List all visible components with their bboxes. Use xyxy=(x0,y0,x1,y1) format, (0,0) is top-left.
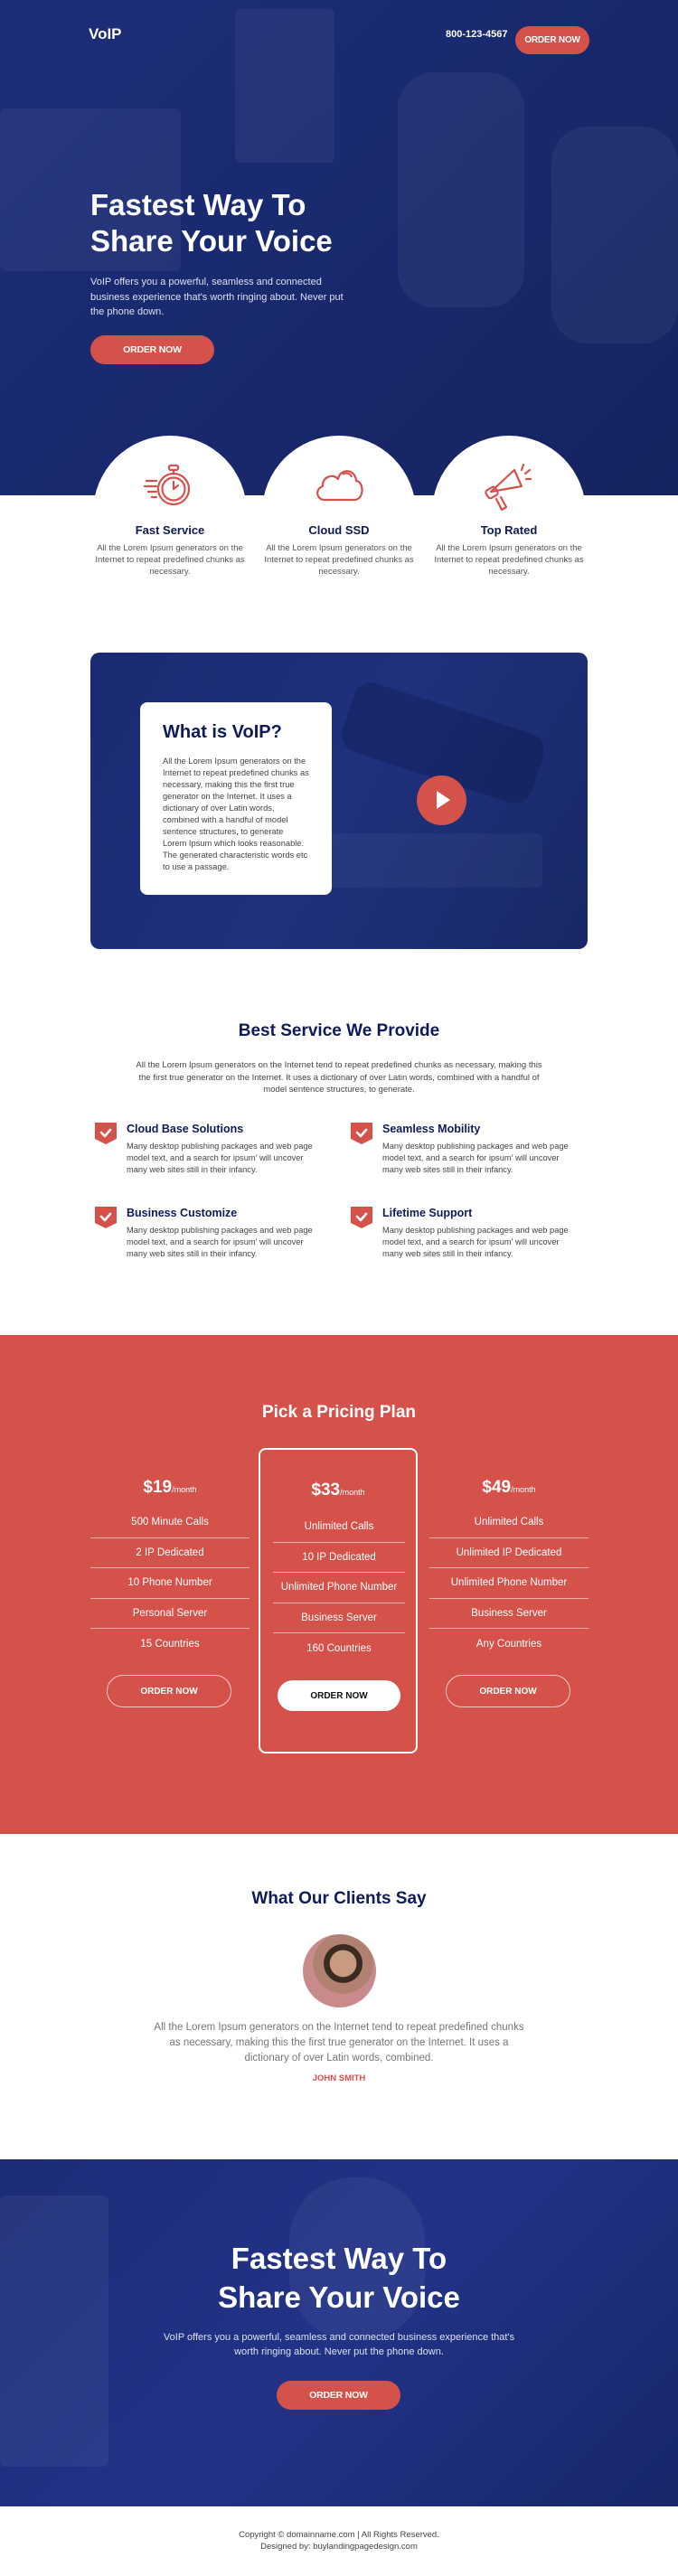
check-badge-icon xyxy=(351,1207,372,1228)
footer-copyright: Copyright © domainname.com | All Rights … xyxy=(239,2530,439,2540)
plan-feature: Unlimited Phone Number xyxy=(429,1568,589,1599)
cta-title-line: Share Your Voice xyxy=(218,2280,460,2314)
hero-text: VoIP offers you a powerful, seamless and… xyxy=(90,277,344,317)
plan-order-button[interactable]: ORDER NOW xyxy=(446,1675,570,1707)
service-text: Many desktop publishing packages and web… xyxy=(127,1226,313,1258)
service-title: Cloud Base Solutions xyxy=(127,1123,244,1135)
cta-title-line: Fastest Way To xyxy=(231,2242,447,2275)
price-period: /month xyxy=(340,1488,365,1497)
check-badge-icon xyxy=(351,1123,372,1144)
cta-title: Fastest Way To Share Your Voice xyxy=(0,2239,678,2317)
service-title: Business Customize xyxy=(127,1207,238,1219)
service-title: Lifetime Support xyxy=(382,1207,473,1219)
feature-title: Cloud SSD xyxy=(308,523,370,537)
pricing-title: Pick a Pricing Plan xyxy=(261,1403,417,1422)
cta-photo-shape xyxy=(0,2195,108,2467)
hero-title: Fastest Way To Share Your Voice xyxy=(90,187,398,259)
plan-price: $49/month xyxy=(429,1478,589,1498)
plan-feature: Business Server xyxy=(429,1599,589,1629)
plan-feature: Unlimited IP Dedicated xyxy=(429,1538,589,1568)
client-avatar xyxy=(303,1934,376,2007)
logo[interactable]: VoIP xyxy=(89,25,122,43)
cloud-icon xyxy=(316,470,363,502)
hero-photo-shape xyxy=(551,127,678,343)
service-text: Many desktop publishing packages and web… xyxy=(127,1142,313,1174)
services-text: All the Lorem Ipsum generators on the In… xyxy=(136,1060,542,1095)
plan-features: Unlimited Calls Unlimited IP Dedicated U… xyxy=(429,1508,589,1659)
hero-title-line: Fastest Way To xyxy=(90,188,306,221)
plan-feature: 10 IP Dedicated xyxy=(273,1543,405,1573)
pricing-plan-featured: $33/month Unlimited Calls 10 IP Dedicate… xyxy=(259,1448,418,1753)
phone-number[interactable]: 800-123-4567 xyxy=(446,29,508,40)
play-button-icon[interactable] xyxy=(417,776,466,825)
plan-feature: 500 Minute Calls xyxy=(90,1508,250,1538)
services-title: Best Service We Provide xyxy=(238,1021,440,1040)
check-badge-icon xyxy=(95,1207,117,1228)
price-value: $19 xyxy=(143,1478,173,1497)
plan-feature: 2 IP Dedicated xyxy=(90,1538,250,1568)
feature-text: All the Lorem Ipsum generators on the In… xyxy=(95,543,245,577)
testimonials-title: What Our Clients Say xyxy=(251,1889,427,1908)
plan-feature: Any Countries xyxy=(476,1638,542,1650)
video-text: All the Lorem Ipsum generators on the In… xyxy=(163,757,309,871)
price-value: $33 xyxy=(311,1481,341,1500)
feature-text: All the Lorem Ipsum generators on the In… xyxy=(264,543,414,577)
plan-feature: Unlimited Phone Number xyxy=(273,1573,405,1603)
feature-title: Top Rated xyxy=(480,523,538,537)
price-value: $49 xyxy=(482,1478,512,1497)
video-title: What is VoIP? xyxy=(163,722,282,742)
hero-title-line: Share Your Voice xyxy=(90,224,333,258)
check-badge-icon xyxy=(95,1123,117,1144)
feature-text: All the Lorem Ipsum generators on the In… xyxy=(434,543,584,577)
stopwatch-icon xyxy=(143,464,191,506)
plan-feature: Unlimited Calls xyxy=(429,1508,589,1538)
hero-photo-shape xyxy=(398,72,524,307)
plan-feature: 160 Countries xyxy=(306,1642,372,1654)
plan-features: Unlimited Calls 10 IP Dedicated Unlimite… xyxy=(273,1512,405,1664)
cta-text: VoIP offers you a powerful, seamless and… xyxy=(163,2332,515,2357)
plan-features: 500 Minute Calls 2 IP Dedicated 10 Phone… xyxy=(90,1508,250,1659)
service-text: Many desktop publishing packages and web… xyxy=(382,1226,569,1258)
hero-section: VoIP 800-123-4567 ORDER NOW Fastest Way … xyxy=(0,0,678,495)
service-text: Many desktop publishing packages and web… xyxy=(382,1142,569,1174)
plan-feature: 10 Phone Number xyxy=(90,1568,250,1599)
megaphone-icon xyxy=(485,463,532,512)
cta-order-button[interactable]: ORDER NOW xyxy=(277,2381,400,2410)
plan-feature: Unlimited Calls xyxy=(273,1512,405,1543)
testimonial-text: All the Lorem Ipsum generators on the In… xyxy=(154,2022,524,2064)
plan-price: $33/month xyxy=(260,1481,416,1500)
pricing-section: Pick a Pricing Plan $19/month 500 Minute… xyxy=(0,1335,678,1834)
price-period: /month xyxy=(172,1485,197,1494)
plan-feature: Personal Server xyxy=(90,1599,250,1629)
client-name: JOHN SMITH xyxy=(312,2073,366,2083)
plan-feature: Business Server xyxy=(273,1603,405,1633)
pricing-plan: $49/month Unlimited Calls Unlimited IP D… xyxy=(429,1448,589,1753)
pricing-plan: $19/month 500 Minute Calls 2 IP Dedicate… xyxy=(90,1448,250,1753)
plan-order-button[interactable]: ORDER NOW xyxy=(107,1675,231,1707)
video-section: What is VoIP? All the Lorem Ipsum genera… xyxy=(90,653,588,949)
header-order-button[interactable]: ORDER NOW xyxy=(515,26,589,54)
feature-title: Fast Service xyxy=(135,523,205,537)
plan-order-button[interactable]: ORDER NOW xyxy=(278,1680,400,1711)
plan-feature: 15 Countries xyxy=(140,1638,200,1650)
footer-designed-by[interactable]: Designed by: buylandingpagedesign.com xyxy=(0,2541,678,2552)
footer: Copyright © domainname.com | All Rights … xyxy=(0,2529,678,2552)
cta-section: Fastest Way To Share Your Voice VoIP off… xyxy=(0,2159,678,2506)
hero-photo-shape xyxy=(235,9,334,163)
service-title: Seamless Mobility xyxy=(382,1123,481,1135)
hero-order-button[interactable]: ORDER NOW xyxy=(90,335,214,364)
plan-price: $19/month xyxy=(90,1478,250,1498)
video-info-card: What is VoIP? All the Lorem Ipsum genera… xyxy=(140,702,332,895)
price-period: /month xyxy=(511,1485,536,1494)
